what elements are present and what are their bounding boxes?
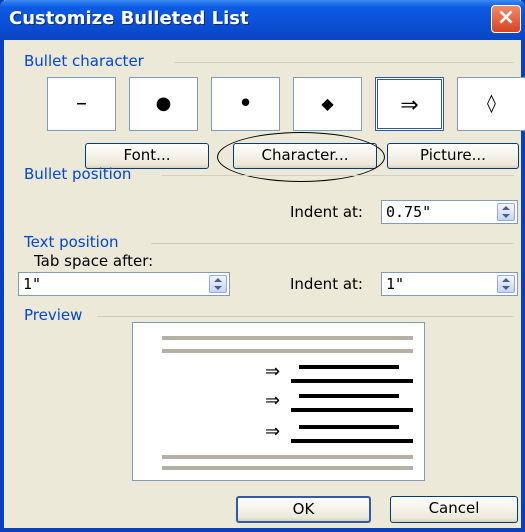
bullet-indent-label: Indent at: [290,203,363,221]
spinner-arrows-icon[interactable] [497,203,515,221]
bullet-option-1[interactable]: – [47,77,116,131]
bullet-position-separator [162,175,514,176]
close-button[interactable]: × [491,5,521,33]
text-position-label: Text position [24,233,119,251]
bullet-option-5-selected[interactable]: ⇒ [375,77,444,131]
spinner-arrows-icon[interactable] [209,275,227,293]
preview-text-line [291,439,413,443]
preview-gray-line [162,455,413,459]
bullet-option-2[interactable]: ● [129,77,198,131]
text-indent-label: Indent at: [290,275,363,293]
preview-gray-line [162,466,413,470]
tab-space-after-value: 1" [23,275,42,293]
picture-button[interactable]: Picture... [387,143,519,169]
preview-text-line [299,365,399,369]
preview-text-line [291,408,413,412]
tab-space-after-spinner[interactable]: 1" [18,272,230,296]
bullet-option-4[interactable]: ◆ [293,77,362,131]
customize-bulleted-list-dialog: Customize Bulleted List × Bullet charact… [0,0,525,532]
text-position-separator [151,243,514,244]
bullet-option-6[interactable]: ◊ [457,77,525,131]
preview-text-line [299,394,399,398]
bullet-option-3[interactable]: • [211,77,280,131]
preview-pane: ⇒ ⇒ ⇒ [132,322,425,481]
bullet-character-separator [174,62,514,63]
bullet-position-label: Bullet position [24,165,132,183]
bullet-indent-spinner[interactable]: 0.75" [381,200,518,224]
preview-label: Preview [24,306,83,324]
dialog-title: Customize Bulleted List [9,8,249,29]
bullet-character-label: Bullet character [24,52,144,70]
preview-text-line [291,379,413,383]
title-bar[interactable]: Customize Bulleted List × [0,0,525,40]
spinner-arrows-icon[interactable] [497,275,515,293]
character-button[interactable]: Character... [233,143,377,169]
preview-bullet-arrow: ⇒ [265,390,281,411]
tab-space-after-label: Tab space after: [34,252,154,270]
ok-button[interactable]: OK [236,496,371,523]
preview-gray-line [162,336,413,340]
bullet-indent-value: 0.75" [386,203,432,221]
close-icon: × [496,5,516,30]
preview-bullet-arrow: ⇒ [265,421,281,442]
preview-separator [97,316,514,317]
cancel-button[interactable]: Cancel [390,496,518,523]
text-indent-value: 1" [386,275,405,293]
preview-bullet-arrow: ⇒ [265,361,281,382]
text-indent-spinner[interactable]: 1" [381,272,518,296]
preview-gray-line [162,349,413,353]
preview-text-line [299,425,399,429]
